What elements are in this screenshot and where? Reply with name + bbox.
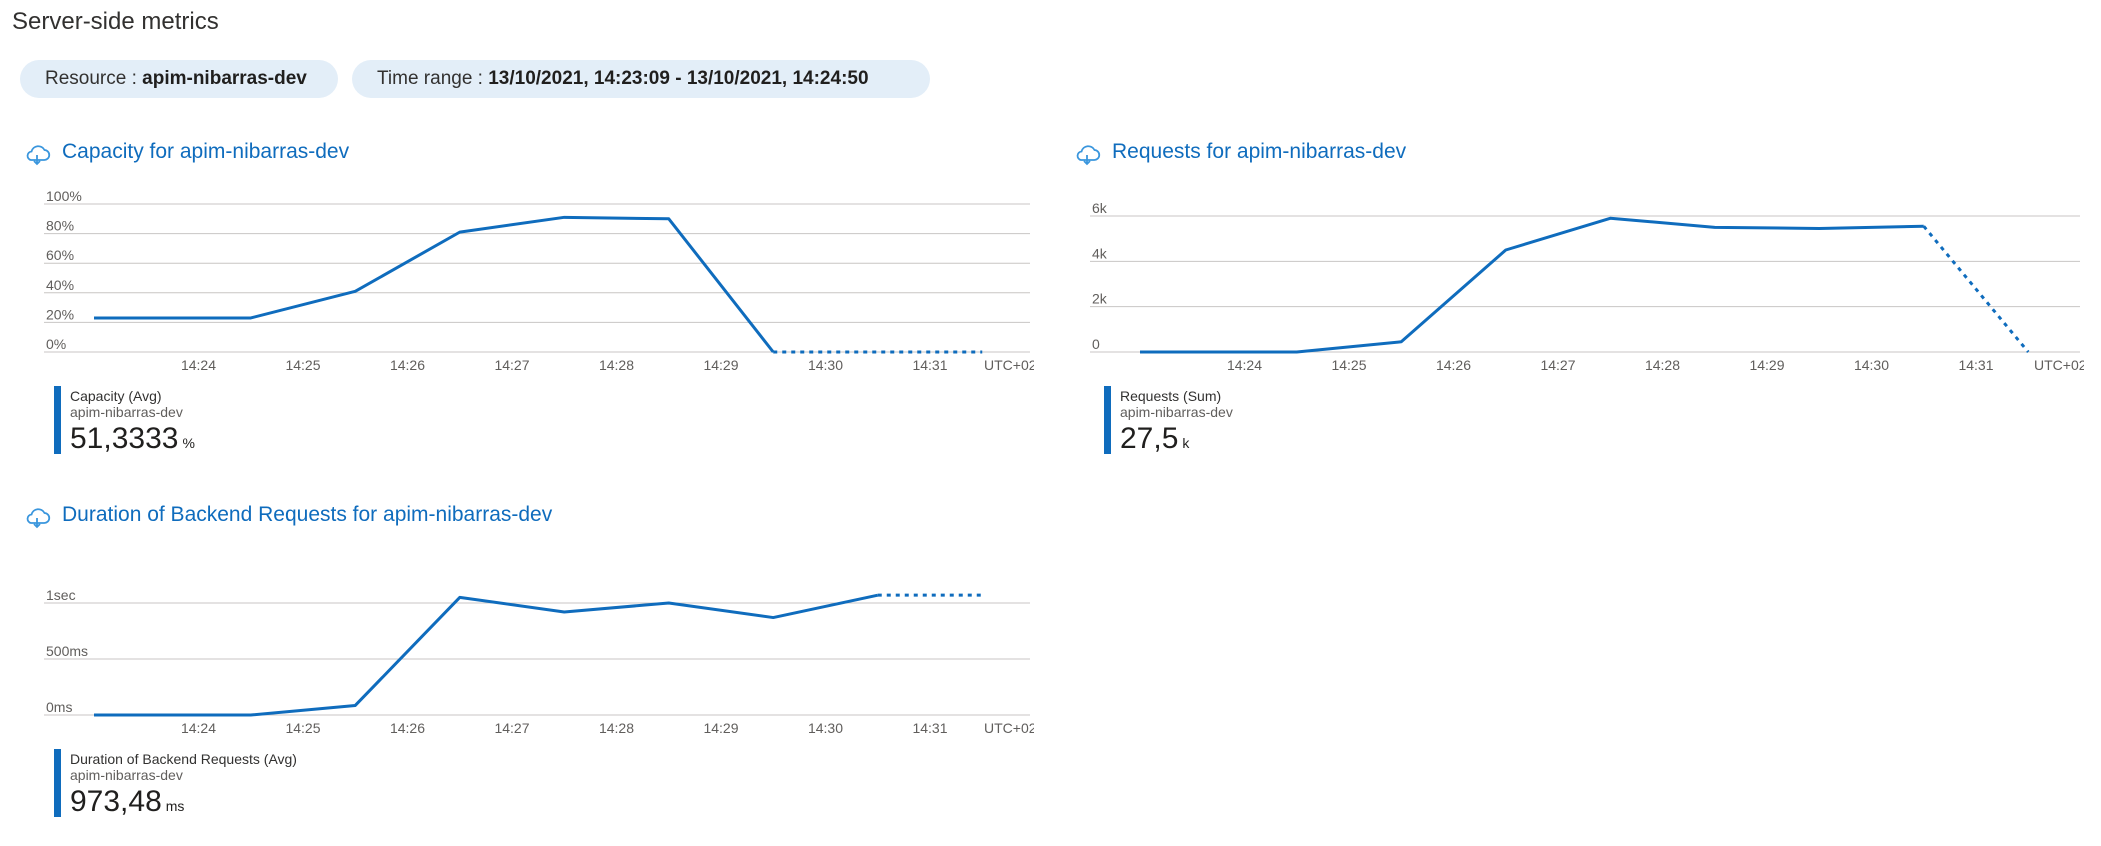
y-tick-label: 4k — [1092, 245, 1108, 261]
legend-metric-name: Capacity (Avg) — [70, 388, 162, 404]
legend-value-number: 51,3333 — [70, 422, 179, 455]
x-tick-label: 14:24 — [1227, 357, 1262, 370]
x-tick-label: 14:27 — [1540, 357, 1575, 370]
y-tick-label: 80% — [46, 218, 74, 234]
y-tick-label: 20% — [46, 306, 74, 322]
capacity-panel[interactable]: Capacity for apim-nibarras-dev 0% 20% 40% 6… — [24, 138, 1056, 468]
x-tick-label: 14:26 — [1436, 357, 1471, 370]
legend-resource-name: apim-nibarras-dev — [1120, 404, 1233, 420]
series-projection-line — [1922, 225, 2030, 353]
duration-chart-svg: 0ms 500ms 1sec 14:24 14:25 14:26 14:27 14:28 14:… — [44, 587, 1056, 736]
legend-resource-name: apim-nibarras-dev — [70, 767, 183, 783]
time-range-filter-label: Time range : — [377, 68, 483, 89]
legend-resource-name: apim-nibarras-dev — [70, 404, 183, 420]
duration-panel-title[interactable]: Duration of Backend Requests for apim-ni… — [62, 501, 552, 529]
capacity-chart: 0% 20% 40% 60% 80% 100% 14:24 14:25 14:26 14:27 14… — [24, 188, 1056, 373]
legend-color-bar — [54, 749, 61, 817]
x-tick-label: 14:25 — [285, 357, 320, 370]
x-tick-label: 14:29 — [703, 720, 738, 733]
legend-color-bar — [54, 386, 61, 454]
legend-value: 51,3333% — [70, 422, 195, 460]
page-title: Server-side metrics — [12, 8, 219, 35]
capacity-panel-title[interactable]: Capacity for apim-nibarras-dev — [62, 138, 349, 166]
legend-metric-name: Duration of Backend Requests (Avg) — [70, 751, 297, 767]
resource-filter-label: Resource : — [45, 68, 137, 89]
cloud-icon — [26, 145, 51, 166]
x-tick-label: 14:25 — [1331, 357, 1366, 370]
legend-value: 27,5 k — [1120, 422, 1189, 460]
x-tick-label: 14:29 — [1749, 357, 1784, 370]
x-tick-label: 14:30 — [1854, 357, 1889, 370]
y-tick-label: 60% — [46, 247, 74, 263]
x-tick-label: 14:27 — [494, 720, 529, 733]
x-tick-label: 14:28 — [599, 720, 634, 733]
x-tick-label: 14:27 — [494, 357, 529, 370]
timezone-label: UTC+02:00 — [984, 720, 1034, 733]
x-tick-label: 14:30 — [808, 357, 843, 370]
series-line[interactable] — [94, 215, 775, 353]
x-tick-label: 14:31 — [912, 720, 947, 733]
y-tick-label: 500ms — [46, 643, 88, 659]
capacity-legend[interactable]: Capacity (Avg) apim-nibarras-dev 51,3333… — [54, 386, 354, 456]
resource-filter-value: apim-nibarras-dev — [142, 68, 307, 89]
legend-value: 973,48 ms — [70, 785, 184, 823]
duration-legend[interactable]: Duration of Backend Requests (Avg) apim-… — [54, 749, 414, 819]
y-tick-label: 0ms — [46, 699, 72, 715]
requests-chart-svg: 0 2k 4k 6k 14:24 14:25 14:26 14:27 14:28 14:29 14:… — [1090, 200, 2101, 373]
y-tick-label: 2k — [1092, 291, 1108, 307]
timezone-label: UTC+02:00 — [2034, 357, 2084, 370]
x-tick-label: 14:28 — [1645, 357, 1680, 370]
resource-filter-pill[interactable]: Resource : apim-nibarras-dev — [20, 60, 338, 98]
duration-panel[interactable]: Duration of Backend Requests for apim-ni… — [24, 501, 1056, 831]
y-tick-label: 100% — [46, 190, 82, 204]
y-tick-label: 0 — [1092, 336, 1100, 352]
legend-value-unit: k — [1182, 435, 1190, 451]
x-tick-label: 14:24 — [181, 720, 216, 733]
x-tick-label: 14:26 — [390, 720, 425, 733]
duration-chart: 0ms 500ms 1sec 14:24 14:25 14:26 14:27 14:28 14:… — [24, 553, 1056, 736]
timezone-label: UTC+02:00 — [984, 357, 1034, 370]
x-tick-label: 14:24 — [181, 357, 216, 370]
y-tick-label: 6k — [1092, 200, 1108, 216]
x-tick-label: 14:25 — [285, 720, 320, 733]
requests-chart: 0 2k 4k 6k 14:24 14:25 14:26 14:27 14:28 14:29 14:… — [1074, 190, 2101, 373]
time-range-filter-pill[interactable]: Time range : 13/10/2021, 14:23:09 - 13/1… — [352, 60, 930, 98]
legend-value-number: 27,5 — [1120, 422, 1179, 455]
legend-value-number: 973,48 — [70, 785, 162, 818]
x-tick-label: 14:31 — [912, 357, 947, 370]
legend-color-bar — [1104, 386, 1111, 454]
series-line[interactable] — [94, 593, 879, 717]
x-tick-label: 14:31 — [1958, 357, 1993, 370]
legend-value-unit: ms — [165, 798, 185, 814]
requests-legend[interactable]: Requests (Sum) apim-nibarras-dev 27,5 k — [1104, 386, 1404, 456]
capacity-chart-svg: 0% 20% 40% 60% 80% 100% 14:24 14:25 14:26 14:27 14… — [44, 188, 1056, 373]
cloud-icon — [1076, 145, 1101, 166]
y-tick-label: 1sec — [46, 587, 76, 603]
legend-metric-name: Requests (Sum) — [1120, 388, 1222, 404]
requests-panel-title[interactable]: Requests for apim-nibarras-dev — [1112, 138, 1406, 166]
cloud-icon — [26, 508, 51, 529]
y-tick-label: 0% — [46, 336, 66, 352]
x-tick-label: 14:30 — [808, 720, 843, 733]
x-tick-label: 14:28 — [599, 357, 634, 370]
x-tick-label: 14:29 — [703, 357, 738, 370]
y-tick-label: 40% — [46, 277, 74, 293]
x-tick-label: 14:26 — [390, 357, 425, 370]
time-range-filter-value: 13/10/2021, 14:23:09 - 13/10/2021, 14:24… — [488, 68, 869, 89]
requests-panel[interactable]: Requests for apim-nibarras-dev 0 2k 4k 6k 14… — [1074, 138, 2101, 468]
legend-value-unit: % — [182, 435, 195, 451]
series-line[interactable] — [1140, 216, 1924, 354]
